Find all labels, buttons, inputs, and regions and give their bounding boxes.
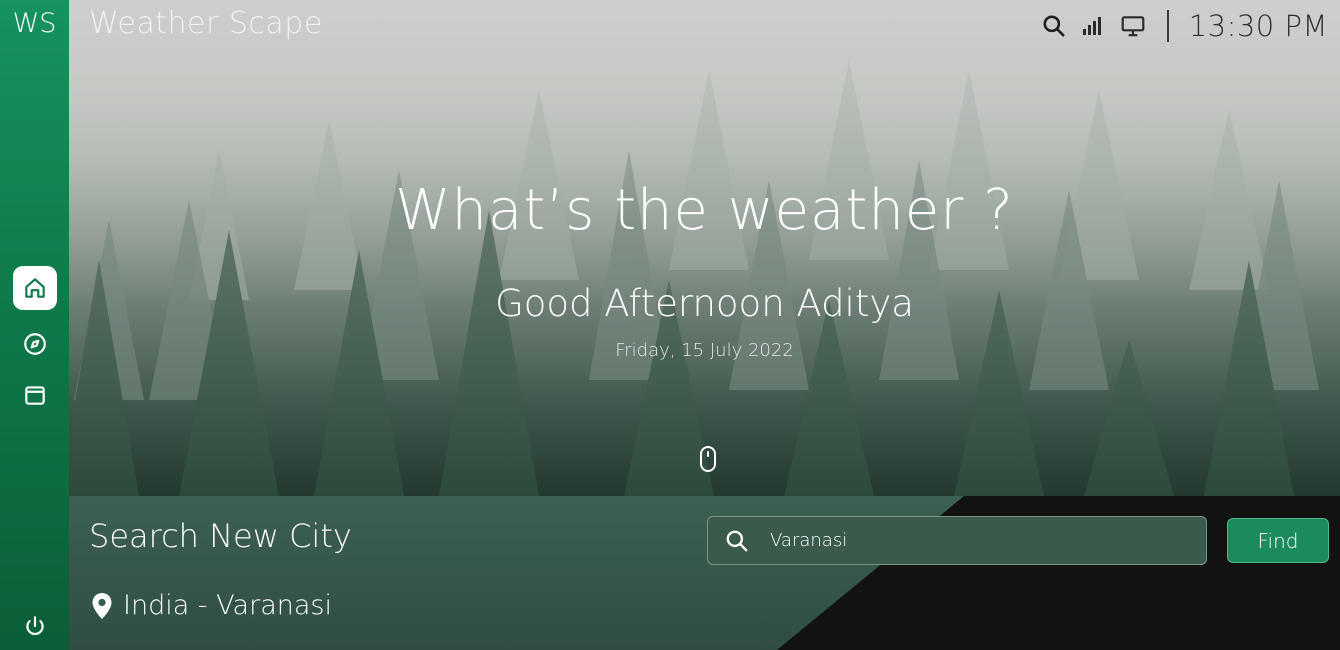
sidebar-item-explore[interactable]	[13, 322, 57, 366]
map-pin-icon	[92, 592, 112, 619]
power-icon	[26, 616, 44, 636]
compass-icon	[24, 333, 46, 355]
home-icon	[25, 278, 45, 298]
status-divider	[1166, 10, 1169, 42]
calendar-icon	[25, 386, 45, 405]
search-section-title: Search New City	[89, 517, 352, 555]
search-icon	[726, 530, 748, 551]
city-search-box[interactable]	[707, 516, 1207, 565]
status-bar: 13:30 PM	[1041, 6, 1328, 46]
location-text: India - Varanasi	[123, 590, 332, 621]
hero-background	[69, 0, 1340, 496]
forest-background-image	[69, 0, 1340, 496]
sidebar-item-home[interactable]	[13, 266, 57, 310]
search-icon	[1043, 15, 1065, 37]
greeting: Good Afternoon Aditya	[495, 282, 914, 325]
current-location: India - Varanasi	[91, 590, 332, 621]
sidebar: WS	[0, 0, 69, 650]
app-logo[interactable]: WS	[0, 8, 69, 39]
app-title: Weather Scape	[89, 6, 323, 41]
signal-indicator	[1081, 14, 1105, 38]
monitor-icon	[1121, 16, 1145, 37]
current-date: Friday, 15 July 2022	[615, 340, 794, 361]
find-button[interactable]: Find	[1227, 518, 1329, 563]
clock-time: 13:30 PM	[1188, 9, 1328, 43]
display-button[interactable]	[1119, 13, 1147, 39]
signal-icon	[1082, 17, 1101, 35]
hero-question: What’s the weather ?	[395, 178, 1014, 243]
sidebar-item-calendar[interactable]	[13, 373, 57, 417]
city-search-input[interactable]	[770, 530, 1190, 551]
mouse-scroll-icon[interactable]	[699, 445, 717, 473]
power-button[interactable]	[13, 604, 57, 648]
search-button[interactable]	[1041, 13, 1067, 39]
